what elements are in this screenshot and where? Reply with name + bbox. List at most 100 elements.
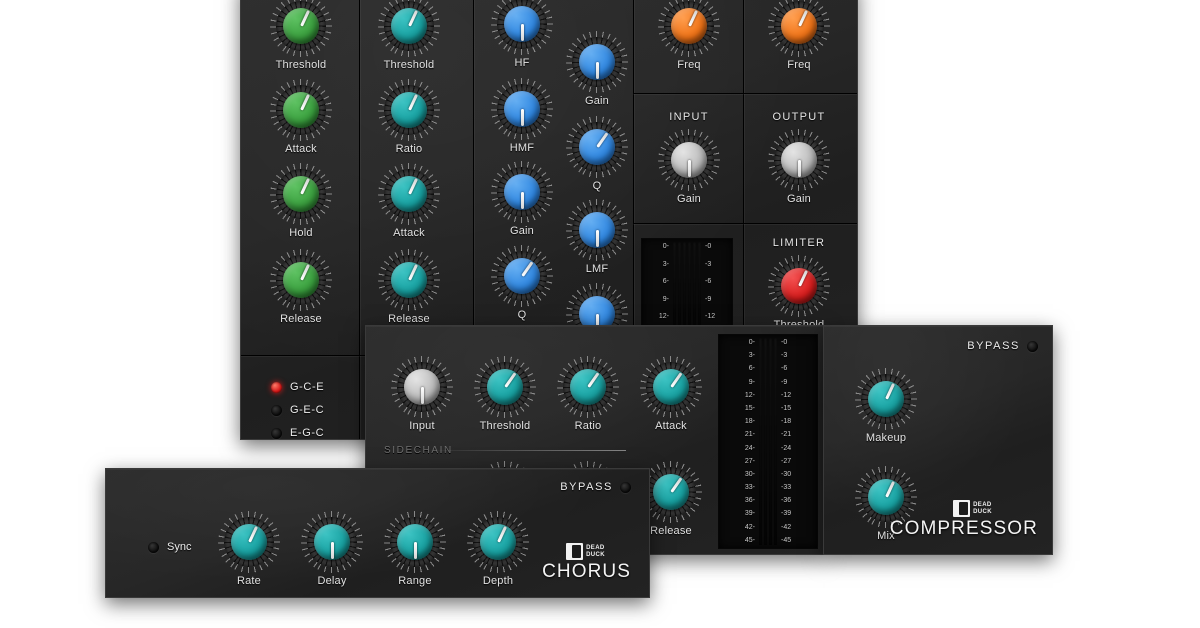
meter-tick-label: -0	[781, 339, 788, 346]
meter-tick-label: 0-	[662, 243, 669, 250]
logo-glyph	[953, 500, 971, 517]
knob-eq-hf-gain[interactable]: Gain	[561, 31, 633, 107]
knob-filter-hp-freq[interactable]: Freq	[653, 0, 725, 71]
meter-scale-left: 0- 3- 6- 9- 12- 15- 18- 21- 24- 27- 30- 33- 36- 39- 42…	[744, 335, 756, 548]
knob-eq-hf-q[interactable]: Q	[561, 116, 633, 192]
meter-tick-label: -6	[781, 365, 788, 373]
knob-chorus-depth[interactable]: Depth	[462, 511, 534, 587]
knob-pointer	[595, 62, 599, 79]
knob-pointer	[520, 192, 524, 209]
knob-label: Gain	[676, 193, 702, 205]
meter-bars	[756, 335, 780, 548]
knob-label: LMF	[585, 263, 609, 275]
meter-tick-label: -30	[781, 470, 792, 478]
meter-tick-label: -36	[781, 497, 792, 505]
knob-eq-hf[interactable]: HF	[486, 0, 558, 69]
knob-compressor-input[interactable]: Input	[386, 356, 458, 432]
meter-tick-label: -3	[781, 352, 788, 360]
knob-compressor-makeup[interactable]: Makeup	[850, 368, 922, 444]
meter-tick-label: -24	[781, 444, 792, 452]
logo-text: DEAD DUCK	[586, 545, 605, 558]
compressor-plugin-right-panel: BYPASS Makeup Mix DEAD DUCK COMPRESSOR	[823, 325, 1053, 555]
meter-tick-label: 3-	[662, 260, 669, 268]
knob-chorus-range[interactable]: Range	[379, 511, 451, 587]
chorus-sync-control[interactable]: Sync	[148, 541, 191, 553]
bypass-led[interactable]	[620, 481, 631, 493]
meter-tick-label: -0	[705, 243, 712, 250]
plugin-title: COMPRESSOR	[889, 518, 1038, 539]
dead-duck-logo-icon: DEAD DUCK	[566, 543, 605, 560]
routing-selector[interactable]: G-C-E G-E-C E-G-C	[271, 381, 324, 450]
routing-label: G-E-C	[290, 404, 325, 416]
bypass-led[interactable]	[1027, 340, 1038, 352]
knob-label: Makeup	[865, 432, 907, 444]
knob-label: Hold	[289, 227, 313, 239]
knob-label: HF	[514, 57, 530, 69]
logo-text: DEAD DUCK	[973, 502, 992, 515]
meter-tick-label: 6-	[662, 278, 669, 286]
logo-line-2: DUCK	[973, 508, 992, 515]
knob-pointer	[797, 160, 801, 177]
meter-tick-label: -27	[781, 457, 792, 465]
meter-tick-label: -6	[705, 278, 712, 286]
knob-compressor-ratio[interactable]: Ratio	[552, 356, 624, 432]
knob-eq-hmf-gain[interactable]: Gain	[486, 161, 558, 237]
knob-compressor-attack[interactable]: Attack	[635, 356, 707, 432]
knob-comp-threshold[interactable]: Threshold	[373, 0, 445, 71]
knob-label: Delay	[317, 575, 347, 587]
knob-eq-lmf[interactable]: LMF	[561, 199, 633, 275]
routing-led	[271, 404, 282, 416]
meter-tick-label: -39	[781, 510, 792, 518]
screenshot-stage: Threshold Attack Hold Release G-C-E G-E-…	[0, 0, 1200, 628]
knob-label: Gain	[786, 193, 812, 205]
knob-eq-hmf[interactable]: HMF	[486, 78, 558, 154]
meter-tick-label: 39-	[744, 510, 755, 518]
limiter-section-title: LIMITER	[772, 237, 826, 249]
knob-comp-attack[interactable]: Attack	[373, 163, 445, 239]
knob-chorus-rate[interactable]: Rate	[213, 511, 285, 587]
knob-gate-hold[interactable]: Hold	[265, 163, 337, 239]
meter-tick-label: -12	[705, 313, 716, 321]
knob-label: Ratio	[395, 143, 423, 155]
knob-eq-hmf-q[interactable]: Q	[486, 245, 558, 321]
knob-gate-release[interactable]: Release	[265, 249, 337, 325]
meter-tick-label: 0-	[748, 339, 755, 346]
routing-label: E-G-C	[290, 427, 325, 439]
meter-tick-label: 15-	[744, 404, 755, 412]
knob-label: Attack	[655, 420, 687, 432]
knob-chorus-delay[interactable]: Delay	[296, 511, 368, 587]
meter-tick-label: 21-	[744, 431, 755, 439]
knob-label: Freq	[677, 59, 701, 71]
compressor-bypass-control[interactable]: BYPASS	[967, 340, 1038, 352]
meter-tick-label: 9-	[748, 378, 755, 386]
sync-led[interactable]	[148, 541, 159, 553]
meter-tick-label: 45-	[744, 536, 755, 544]
logo-line-2: DUCK	[586, 551, 605, 558]
meter-tick-label: -3	[705, 260, 712, 268]
knob-gate-attack[interactable]: Attack	[265, 79, 337, 155]
routing-option-g-c-e[interactable]: G-C-E	[271, 381, 324, 393]
knob-gate-threshold[interactable]: Threshold	[265, 0, 337, 71]
meter-tick-label: -9	[705, 295, 712, 303]
knob-comp-ratio[interactable]: Ratio	[373, 79, 445, 155]
knob-label: Attack	[285, 143, 317, 155]
knob-label: Depth	[482, 575, 514, 587]
knob-output-gain[interactable]: Gain	[763, 129, 835, 205]
routing-label: G-C-E	[290, 381, 325, 393]
logo-glyph	[566, 543, 584, 560]
knob-input-gain[interactable]: Gain	[653, 129, 725, 205]
dead-duck-logo-icon: DEAD DUCK	[953, 500, 992, 517]
routing-option-g-e-c[interactable]: G-E-C	[271, 404, 324, 416]
knob-compressor-threshold[interactable]: Threshold	[469, 356, 541, 432]
chorus-brand: DEAD DUCK CHORUS	[542, 543, 631, 583]
chorus-bypass-control[interactable]: BYPASS	[560, 481, 631, 493]
knob-limiter-threshold[interactable]: Threshold	[763, 255, 835, 331]
output-section-title: OUTPUT	[772, 111, 826, 123]
bypass-label: BYPASS	[967, 340, 1020, 352]
knob-label: Threshold	[479, 420, 531, 432]
routing-option-e-g-c[interactable]: E-G-C	[271, 427, 324, 439]
knob-comp-release[interactable]: Release	[373, 249, 445, 325]
meter-tick-label: 6-	[748, 365, 755, 373]
knob-label: Range	[398, 575, 432, 587]
knob-filter-lp-freq[interactable]: Freq	[763, 0, 835, 71]
